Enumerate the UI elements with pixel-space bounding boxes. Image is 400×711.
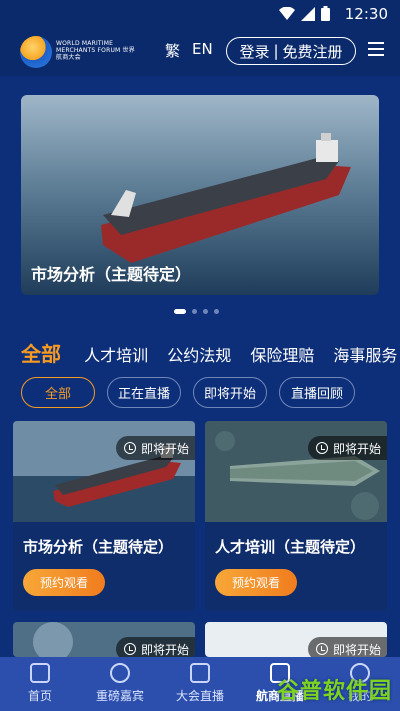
category-tabs: 全部 人才培训 公约法规 保险理赔 海事服务 (21, 338, 400, 368)
status-bar: 12:30 (0, 0, 400, 28)
book-viewing-button[interactable]: 预约观看 (23, 569, 105, 596)
nav-conference-live-label: 大会直播 (175, 689, 224, 703)
nav-conference-live[interactable]: 大会直播 (160, 657, 240, 711)
logo-text: WORLD MARITIME MERCHANTS FORUM 世界航商大会 (56, 40, 135, 61)
clock-icon (123, 442, 136, 454)
tab-insurance-claims[interactable]: 保险理赔 (250, 342, 314, 366)
clock-icon (123, 643, 136, 655)
book-viewing-button[interactable]: 预约观看 (215, 569, 297, 596)
tab-conventions-regulations[interactable]: 公约法规 (167, 342, 231, 366)
ship-icon (30, 663, 50, 683)
live-card[interactable]: 即将开始 (13, 622, 195, 657)
clock-icon (315, 442, 328, 454)
carousel-dot[interactable] (174, 309, 186, 314)
clock-icon (315, 643, 328, 655)
nav-home-label: 首页 (27, 689, 52, 703)
nav-home[interactable]: 首页 (0, 657, 80, 711)
card-title: 市场分析（主题待定） (23, 538, 174, 556)
banner-title: 市场分析（主题待定） (31, 265, 192, 284)
nav-guests[interactable]: 重磅嘉宾 (80, 657, 160, 711)
register-label[interactable]: 免费注册 (283, 41, 343, 62)
carousel-dot[interactable] (192, 309, 197, 314)
menu-icon[interactable] (368, 42, 384, 56)
status-badge: 即将开始 (115, 436, 195, 460)
card-thumbnail: 即将开始 (13, 421, 195, 522)
lang-traditional-button[interactable]: 繁 (165, 40, 180, 61)
status-badge-label: 即将开始 (140, 441, 189, 456)
forum-logo-icon[interactable] (20, 36, 52, 68)
clock-time: 12:30 (344, 5, 388, 23)
status-badge-label: 即将开始 (332, 642, 381, 657)
hero-banner[interactable]: 市场分析（主题待定） (21, 95, 379, 295)
login-separator: | (273, 42, 279, 60)
signal-icon (301, 6, 315, 21)
person-icon (110, 663, 130, 683)
watermark-text: 谷普软件园 (276, 679, 392, 704)
status-badge: 即将开始 (115, 637, 195, 657)
live-status-filters: 全部 正在直播 即将开始 直播回顾 (21, 377, 355, 408)
live-card[interactable]: 即将开始 市场分析（主题待定） 预约观看 (13, 421, 195, 611)
play-icon (190, 663, 210, 683)
carousel-dot[interactable] (203, 309, 208, 314)
filter-all[interactable]: 全部 (21, 377, 95, 408)
status-badge-label: 即将开始 (332, 441, 381, 456)
nav-guests-label: 重磅嘉宾 (95, 689, 144, 703)
status-icons (279, 6, 330, 21)
login-register-button[interactable]: 登录 | 免费注册 (226, 37, 356, 65)
status-badge: 即将开始 (307, 436, 387, 460)
lang-english-button[interactable]: EN (192, 40, 213, 58)
card-thumbnail: 即将开始 (205, 421, 387, 522)
app-header: WORLD MARITIME MERCHANTS FORUM 世界航商大会 繁 … (0, 28, 400, 76)
card-title: 人才培训（主题待定） (215, 538, 366, 556)
carousel-dot[interactable] (214, 309, 219, 314)
tab-talent-training[interactable]: 人才培训 (84, 342, 148, 366)
battery-icon (321, 6, 330, 21)
card-thumbnail: 即将开始 (13, 622, 195, 657)
wifi-icon (279, 6, 295, 20)
login-label[interactable]: 登录 (239, 41, 269, 62)
card-thumbnail: 即将开始 (205, 622, 387, 657)
status-badge: 即将开始 (307, 637, 387, 657)
live-card[interactable]: 即将开始 (205, 622, 387, 657)
tab-all[interactable]: 全部 (21, 338, 61, 367)
tab-maritime-services[interactable]: 海事服务 (333, 342, 397, 366)
filter-upcoming[interactable]: 即将开始 (193, 377, 267, 408)
carousel-indicator (174, 309, 219, 314)
filter-live-now[interactable]: 正在直播 (107, 377, 181, 408)
live-card[interactable]: 即将开始 人才培训（主题待定） 预约观看 (205, 421, 387, 611)
filter-replay[interactable]: 直播回顾 (279, 377, 355, 408)
status-badge-label: 即将开始 (140, 642, 189, 657)
